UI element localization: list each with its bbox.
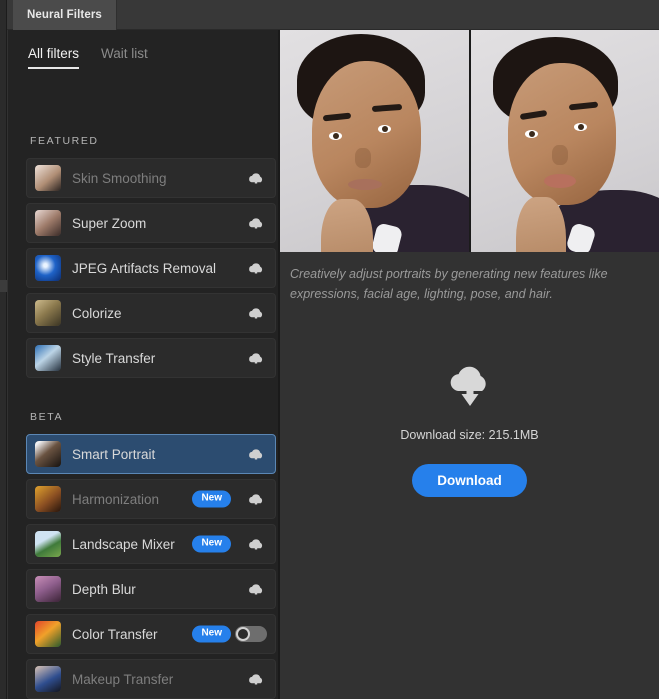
cloud-download-icon[interactable]: [246, 535, 266, 553]
filter-row-label: Super Zoom: [72, 215, 147, 231]
filter-row[interactable]: Depth Blur: [26, 569, 276, 609]
filter-row-label: Style Transfer: [72, 350, 156, 366]
app-left-gutter: [0, 0, 7, 699]
filter-description: Creatively adjust portraits by generatin…: [290, 267, 608, 301]
filter-row[interactable]: JPEG Artifacts Removal: [26, 248, 276, 288]
portrait-illustration-before: [280, 30, 469, 252]
portrait-illustration-after: [470, 30, 659, 252]
download-button-container: Download: [280, 464, 659, 497]
new-badge: New: [192, 535, 231, 553]
filter-row-label: Color Transfer: [72, 626, 158, 642]
preview-image-after: [470, 30, 659, 252]
cloud-download-icon[interactable]: [246, 169, 266, 187]
cloud-download-icon[interactable]: [246, 445, 266, 463]
filter-detail-panel: Creatively adjust portraits by generatin…: [280, 30, 659, 699]
filter-toggle[interactable]: [235, 626, 267, 642]
filter-thumbnail: [35, 486, 61, 512]
preview-strip: [280, 30, 659, 252]
filter-thumbnail: [35, 210, 61, 236]
filter-row-label: Depth Blur: [72, 581, 136, 597]
filter-row[interactable]: Super Zoom: [26, 203, 276, 243]
filter-thumbnail: [35, 255, 61, 281]
filter-thumbnail: [35, 300, 61, 326]
download-cloud-icon: [280, 365, 659, 409]
filter-row-label: Makeup Transfer: [72, 671, 174, 687]
filter-list-beta: Smart Portrait Harmonization New Landscape …: [26, 434, 276, 699]
neural-filters-window: Neural Filters All filters Wait list FEA…: [0, 0, 659, 699]
filter-row[interactable]: Smart Portrait: [26, 434, 276, 474]
filter-row-label: Smart Portrait: [72, 446, 156, 462]
filter-row-label: Landscape Mixer: [72, 536, 175, 552]
filter-row-label: Harmonization: [72, 491, 160, 507]
filters-left-panel: All filters Wait list FEATURED Skin Smoo…: [8, 30, 278, 699]
toggle-knob: [236, 627, 250, 641]
filter-row[interactable]: Harmonization New: [26, 479, 276, 519]
preview-image-before: [280, 30, 469, 252]
filter-row[interactable]: Colorize: [26, 293, 276, 333]
filter-row-label: Colorize: [72, 305, 122, 321]
panel-tab-bar: Neural Filters: [7, 0, 659, 30]
download-size-label: Download size: 215.1MB: [400, 428, 539, 442]
cloud-download-icon[interactable]: [246, 214, 266, 232]
filter-row[interactable]: Skin Smoothing: [26, 158, 276, 198]
filter-row[interactable]: Style Transfer: [26, 338, 276, 378]
filter-thumbnail: [35, 576, 61, 602]
subtab-wait-list[interactable]: Wait list: [101, 46, 148, 69]
filter-list-featured: Skin Smoothing Super Zoom JPEG Artifacts R…: [26, 158, 276, 383]
filter-row[interactable]: Landscape Mixer New: [26, 524, 276, 564]
filter-subtabs: All filters Wait list: [8, 46, 278, 80]
section-header-beta: BETA: [30, 411, 64, 423]
new-badge: New: [192, 490, 231, 508]
cloud-download-icon[interactable]: [246, 349, 266, 367]
cloud-download-icon[interactable]: [246, 580, 266, 598]
new-badge: New: [192, 625, 231, 643]
filter-row-label: JPEG Artifacts Removal: [72, 260, 217, 276]
filter-thumbnail: [35, 621, 61, 647]
filter-thumbnail: [35, 165, 61, 191]
filter-thumbnail: [35, 666, 61, 692]
filter-row-label: Skin Smoothing: [72, 170, 167, 186]
filter-row[interactable]: Color Transfer New: [26, 614, 276, 654]
tab-neural-filters[interactable]: Neural Filters: [13, 0, 117, 30]
gutter-notch: [0, 280, 7, 292]
cloud-download-icon[interactable]: [246, 259, 266, 277]
cloud-download-icon[interactable]: [246, 304, 266, 322]
filter-thumbnail: [35, 531, 61, 557]
download-button[interactable]: Download: [412, 464, 527, 497]
filter-thumbnail: [35, 441, 61, 467]
cloud-download-icon[interactable]: [246, 490, 266, 508]
filter-thumbnail: [35, 345, 61, 371]
filter-row[interactable]: Makeup Transfer: [26, 659, 276, 699]
subtab-all-filters[interactable]: All filters: [28, 46, 80, 69]
cloud-download-icon[interactable]: [246, 670, 266, 688]
section-header-featured: FEATURED: [30, 135, 99, 147]
